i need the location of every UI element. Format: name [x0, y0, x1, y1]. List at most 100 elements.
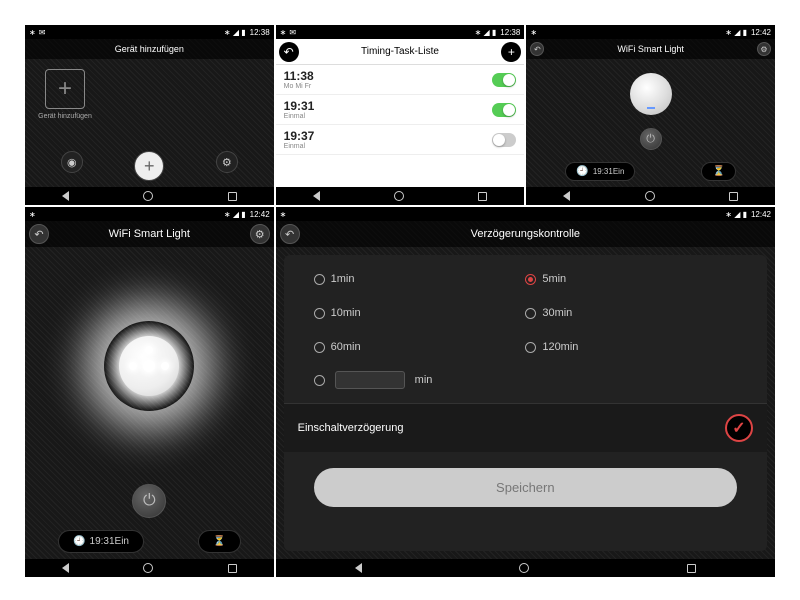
delay-option-30min[interactable]: 30min: [525, 307, 737, 319]
timer-toggle[interactable]: [492, 133, 516, 147]
timer-repeat: Mo Mi Fr: [284, 83, 314, 90]
settings-button[interactable]: ⚙: [250, 224, 270, 244]
status-time: 12:42: [250, 210, 270, 219]
timer-repeat: Einmal: [284, 143, 315, 150]
timer-pill[interactable]: 🕘 19:31Ein: [565, 162, 635, 181]
back-icon[interactable]: [563, 191, 570, 201]
timer-time: 11:38: [284, 69, 314, 83]
screen-timing-list: ∗✉ ∗ ◢ ▮12:38 ↶ Timing-Task-Liste + 11:3…: [276, 25, 525, 205]
android-status-bar: ∗✉ ∗ ◢ ▮12:38: [25, 25, 274, 39]
timer-toggle[interactable]: [492, 73, 516, 87]
android-nav-bar: [276, 187, 525, 205]
confirm-button[interactable]: ✓: [725, 414, 753, 442]
timer-row[interactable]: 11:38Mo Mi Fr: [276, 65, 525, 95]
back-button[interactable]: ↶: [29, 224, 49, 244]
recent-icon[interactable]: [228, 564, 237, 573]
screen-light-off: ∗ ∗ ◢ ▮12:42 ↶ WiFi Smart Light ⚙ ⏻ 🕘 19:…: [526, 25, 775, 205]
page-title: Verzögerungskontrolle: [471, 228, 580, 240]
bottom-toolbar: ◉ + ⚙: [25, 145, 274, 187]
save-button[interactable]: Speichern: [314, 468, 737, 507]
recent-icon[interactable]: [729, 192, 738, 201]
delay-mode-label: Einschaltverzögerung: [298, 422, 404, 434]
header: Gerät hinzufügen: [25, 39, 274, 59]
custom-minutes-input[interactable]: [335, 371, 405, 389]
delay-pill[interactable]: ⏳: [701, 162, 735, 181]
delay-pill[interactable]: ⏳: [198, 530, 240, 553]
timer-row[interactable]: 19:31Einmal: [276, 95, 525, 125]
page-title: Gerät hinzufügen: [115, 44, 184, 54]
clock-icon: 🕘: [576, 166, 588, 177]
add-timer-button[interactable]: +: [501, 42, 521, 62]
delay-option-1min[interactable]: 1min: [314, 273, 526, 285]
power-button[interactable]: ⏻: [640, 128, 662, 150]
add-device-label: Gerät hinzufügen: [38, 113, 92, 120]
power-button[interactable]: ⏻: [132, 484, 166, 518]
header: ↶ Verzögerungskontrolle: [276, 221, 775, 247]
home-icon[interactable]: [394, 191, 404, 201]
android-status-bar: ∗ ∗ ◢ ▮12:42: [526, 25, 775, 39]
option-label: 1min: [331, 273, 355, 285]
header: ↶ Timing-Task-Liste +: [276, 39, 525, 65]
option-label: 30min: [542, 307, 572, 319]
timer-time: 19:31: [284, 99, 315, 113]
plus-icon: +: [45, 69, 85, 109]
android-nav-bar: [276, 559, 775, 577]
delay-panel: 1min 5min 10min 30min 60min 120min min E…: [284, 255, 767, 551]
hourglass-icon: ⏳: [213, 536, 225, 547]
clock-icon: 🕘: [73, 536, 85, 547]
timer-toggle[interactable]: [492, 103, 516, 117]
home-icon[interactable]: [645, 191, 655, 201]
screen-delay-control: ∗ ∗ ◢ ▮12:42 ↶ Verzögerungskontrolle 1mi…: [276, 207, 775, 577]
status-time: 12:38: [500, 28, 520, 37]
delay-option-120min[interactable]: 120min: [525, 341, 737, 353]
option-label: 120min: [542, 341, 578, 353]
android-status-bar: ∗✉ ∗ ◢ ▮12:38: [276, 25, 525, 39]
status-time: 12:38: [250, 28, 270, 37]
delay-option-10min[interactable]: 10min: [314, 307, 526, 319]
home-icon[interactable]: [143, 191, 153, 201]
delay-option-60min[interactable]: 60min: [314, 341, 526, 353]
recent-icon[interactable]: [228, 192, 237, 201]
recent-icon[interactable]: [687, 564, 696, 573]
header: ↶ WiFi Smart Light ⚙: [526, 39, 775, 59]
option-label: 5min: [542, 273, 566, 285]
option-label: 10min: [331, 307, 361, 319]
timer-repeat: Einmal: [284, 113, 315, 120]
status-time: 12:42: [751, 28, 771, 37]
back-icon[interactable]: [62, 563, 69, 573]
timer-pill[interactable]: 🕘 19:31Ein: [58, 530, 144, 553]
android-status-bar: ∗ ∗ ◢ ▮12:42: [276, 207, 775, 221]
delay-option-5min[interactable]: 5min: [525, 273, 737, 285]
alarm-button[interactable]: ◉: [61, 151, 83, 173]
screen-add-device: ∗✉ ∗ ◢ ▮12:38 Gerät hinzufügen + Gerät h…: [25, 25, 274, 205]
pill-label: 19:31Ein: [90, 536, 129, 547]
timer-row[interactable]: 19:37Einmal: [276, 125, 525, 155]
header: ↶ WiFi Smart Light ⚙: [25, 221, 274, 247]
back-button[interactable]: ↶: [530, 42, 544, 56]
delay-option-custom[interactable]: [314, 375, 325, 386]
page-title: Timing-Task-Liste: [361, 46, 439, 57]
page-title: WiFi Smart Light: [617, 44, 684, 54]
recent-icon[interactable]: [478, 192, 487, 201]
back-button[interactable]: ↶: [280, 224, 300, 244]
back-icon[interactable]: [313, 191, 320, 201]
light-bulb-off[interactable]: [630, 73, 672, 115]
light-bulb-on[interactable]: [104, 321, 194, 411]
unit-label: min: [415, 374, 433, 386]
home-icon[interactable]: [143, 563, 153, 573]
settings-button[interactable]: ⚙: [757, 42, 771, 56]
hourglass-icon: ⏳: [712, 166, 724, 177]
add-device-tile[interactable]: + Gerät hinzufügen: [35, 69, 95, 135]
timer-list: 11:38Mo Mi Fr 19:31Einmal 19:37Einmal: [276, 65, 525, 187]
add-button[interactable]: +: [134, 151, 164, 181]
settings-button[interactable]: ⚙: [216, 151, 238, 173]
pill-label: 19:31Ein: [593, 167, 625, 176]
option-label: 60min: [331, 341, 361, 353]
screen-light-on: ∗ ∗ ◢ ▮12:42 ↶ WiFi Smart Light ⚙ ⏻ 🕘19:…: [25, 207, 274, 577]
home-icon[interactable]: [519, 563, 529, 573]
page-title: WiFi Smart Light: [109, 228, 190, 240]
back-icon[interactable]: [62, 191, 69, 201]
android-nav-bar: [526, 187, 775, 205]
back-icon[interactable]: [355, 563, 362, 573]
back-button[interactable]: ↶: [279, 42, 299, 62]
